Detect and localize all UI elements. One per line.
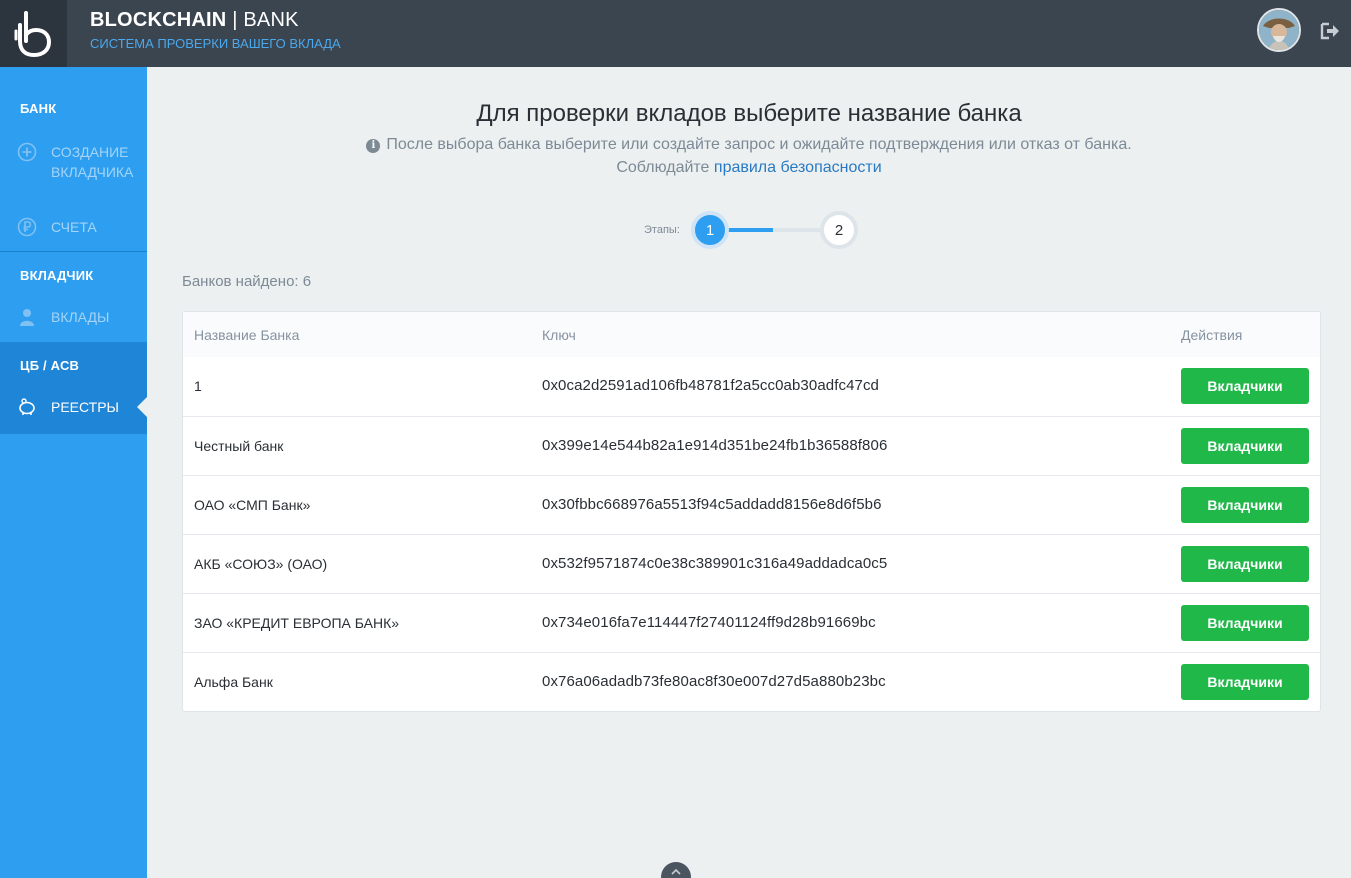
security-rules-link[interactable]: правила безопасности xyxy=(714,159,882,176)
depositors-button[interactable]: Вкладчики xyxy=(1181,664,1309,700)
bank-name: 1 xyxy=(194,378,202,394)
brand-separator: | xyxy=(232,9,238,31)
table-header: Название Банка Ключ Действия xyxy=(183,312,1320,357)
active-indicator xyxy=(137,397,147,417)
step-1[interactable]: 1 xyxy=(691,211,729,249)
sidebar-item-label: ВКЛАДЫ xyxy=(51,309,110,325)
sidebar-item-create-depositor[interactable]: СОЗДАНИЕ ВКЛАДЧИКА xyxy=(0,142,147,187)
sidebar-section-cb: ЦБ / АСВ xyxy=(20,358,80,373)
brand-bold: BLOCKCHAIN xyxy=(90,9,227,31)
sidebar-item-accounts[interactable]: СЧЕТА xyxy=(0,217,147,241)
column-header-key: Ключ xyxy=(542,327,576,343)
bank-key: 0x532f9571874c0e38c389901c316a49addadca0… xyxy=(542,555,888,572)
depositors-button[interactable]: Вкладчики xyxy=(1181,605,1309,641)
bank-key: 0x30fbbc668976a5513f94c5addadd8156e8d6f5… xyxy=(542,496,882,513)
page-note: i После выбора банка выберите или создайт… xyxy=(147,133,1351,179)
sidebar-divider xyxy=(0,251,147,252)
bank-key: 0x76a06adadb73fe80ac8f30e007d27d5a880b23… xyxy=(542,673,886,690)
sidebar-section-depositor: ВКЛАДЧИК xyxy=(20,268,94,283)
table-row: АКБ «СОЮЗ» (ОАО) 0x532f9571874c0e38c3899… xyxy=(183,534,1320,593)
logout-icon[interactable] xyxy=(1319,20,1341,42)
bank-key: 0x399e14e544b82a1e914d351be24fb1b36588f8… xyxy=(542,437,888,454)
banks-table: Название Банка Ключ Действия 1 0x0ca2d25… xyxy=(182,311,1321,712)
plus-circle-icon xyxy=(17,142,37,162)
bank-name: ОАО «СМП Банк» xyxy=(194,497,311,513)
depositors-button[interactable]: Вкладчики xyxy=(1181,487,1309,523)
depositors-button[interactable]: Вкладчики xyxy=(1181,368,1309,404)
logo-icon xyxy=(14,10,51,57)
steps-progress xyxy=(726,228,773,232)
sidebar-item-label: СЧЕТА xyxy=(51,219,97,235)
brand-title: BLOCKCHAIN | BANK xyxy=(90,9,341,32)
brand-light: BANK xyxy=(243,9,299,31)
banks-found-count: Банков найдено: 6 xyxy=(182,273,312,290)
page-title: Для проверки вкладов выберите название б… xyxy=(476,100,1022,127)
depositors-button[interactable]: Вкладчики xyxy=(1181,546,1309,582)
steps-label: Этапы: xyxy=(644,224,680,236)
step-2[interactable]: 2 xyxy=(820,211,858,249)
bank-name: АКБ «СОЮЗ» (ОАО) xyxy=(194,556,328,572)
brand: BLOCKCHAIN | BANK СИСТЕМА ПРОВЕРКИ ВАШЕГ… xyxy=(90,9,341,51)
info-icon: i xyxy=(366,139,381,153)
depositors-button[interactable]: Вкладчики xyxy=(1181,428,1309,464)
bank-name: ЗАО «КРЕДИТ ЕВРОПА БАНК» xyxy=(194,615,400,631)
bank-name: Честный банк xyxy=(194,438,284,454)
table-row: 1 0x0ca2d2591ad106fb48781f2a5cc0ab30adfc… xyxy=(183,357,1320,416)
sidebar-item-label: СОЗДАНИЕ ВКЛАДЧИКА xyxy=(51,144,134,180)
app-logo[interactable] xyxy=(0,0,67,67)
sidebar-item-label: РЕЕСТРЫ xyxy=(51,399,119,415)
bank-key: 0x0ca2d2591ad106fb48781f2a5cc0ab30adfc47… xyxy=(542,377,879,394)
top-header: BLOCKCHAIN | BANK СИСТЕМА ПРОВЕРКИ ВАШЕГ… xyxy=(0,0,1351,67)
scroll-to-top-button[interactable] xyxy=(661,862,691,878)
ruble-icon xyxy=(17,217,37,237)
rules-prefix: Соблюдайте xyxy=(616,159,710,176)
column-header-actions: Действия xyxy=(1181,327,1243,343)
brand-subtitle: СИСТЕМА ПРОВЕРКИ ВАШЕГО ВКЛАДА xyxy=(90,36,341,51)
sidebar-item-deposits[interactable]: ВКЛАДЫ xyxy=(0,307,147,331)
table-row: ОАО «СМП Банк» 0x30fbbc668976a5513f94c5a… xyxy=(183,475,1320,534)
bank-key: 0x734e016fa7e114447f27401124ff9d28b91669… xyxy=(542,614,876,631)
chevron-up-icon xyxy=(671,868,681,875)
avatar-image xyxy=(1259,10,1299,50)
bank-name: Альфа Банк xyxy=(194,674,273,690)
table-row: ЗАО «КРЕДИТ ЕВРОПА БАНК» 0x734e016fa7e11… xyxy=(183,593,1320,652)
column-header-name: Название Банка xyxy=(194,327,300,343)
piggy-bank-icon xyxy=(19,398,35,415)
user-avatar[interactable] xyxy=(1257,8,1301,52)
table-row: Альфа Банк 0x76a06adadb73fe80ac8f30e007d… xyxy=(183,652,1320,711)
sidebar: БАНК СОЗДАНИЕ ВКЛАДЧИКА СЧЕТА ВКЛАДЧИК В… xyxy=(0,67,147,878)
user-icon xyxy=(20,309,34,326)
table-row: Честный банк 0x399e14e544b82a1e914d351be… xyxy=(183,416,1320,475)
note-text: После выбора банка выберите или создайте… xyxy=(386,136,1132,153)
sidebar-item-registries[interactable]: РЕЕСТРЫ xyxy=(0,397,147,421)
sidebar-section-bank: БАНК xyxy=(20,101,57,116)
